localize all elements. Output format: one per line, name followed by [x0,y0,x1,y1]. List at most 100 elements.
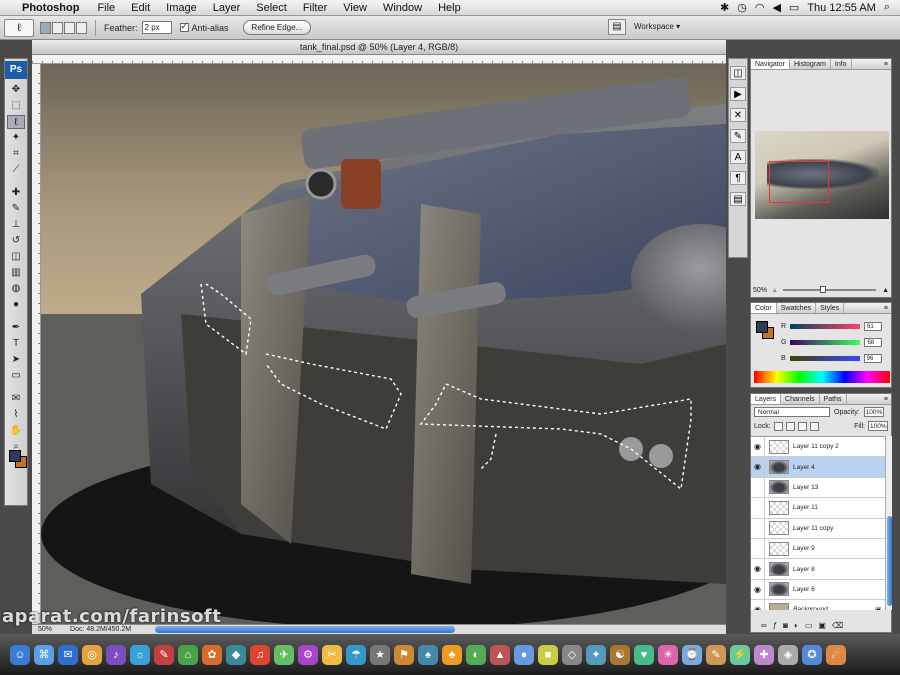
dock-app-icon[interactable]: ◎ [82,644,102,665]
add-mask-icon[interactable]: ◙ [783,621,788,630]
delete-layer-icon[interactable]: ⌫ [832,621,843,630]
dock-app-icon[interactable]: ✚ [754,644,774,665]
menubar-clock[interactable]: Thu 12:55 AM [807,2,876,14]
dock-app-icon[interactable]: ▲ [490,644,510,665]
blue-slider[interactable] [789,355,860,361]
opacity-input[interactable]: 100% [863,407,884,417]
visibility-eye-icon[interactable]: ◉ [751,457,765,477]
dock-app-icon[interactable]: ⚙ [298,644,318,665]
layer-style-icon[interactable]: ƒ [773,621,777,630]
notes-tool[interactable]: ✉ [7,392,25,406]
horizontal-scrollbar[interactable] [155,626,456,633]
blend-mode-select[interactable]: Normal [754,407,830,417]
dock-app-icon[interactable]: ☯ [610,644,630,665]
layer-row[interactable]: ◉ Background▣ [751,600,885,610]
dodge-tool[interactable]: ● [7,298,25,312]
dock-app-icon[interactable]: ⚡ [730,644,750,665]
visibility-eye-icon[interactable]: ◉ [751,600,765,610]
layer-row[interactable]: Layer 13 [751,477,885,499]
adjustment-layer-icon[interactable]: ◐ [794,621,799,630]
dock-app-icon[interactable]: ☼ [130,644,150,665]
magic-wand-tool[interactable]: ✦ [7,131,25,145]
new-group-icon[interactable]: ▭ [805,621,813,630]
dock-app-icon[interactable]: ✿ [202,644,222,665]
layer-name[interactable]: Layer 6 [793,586,885,593]
green-value-input[interactable]: 68 [864,337,883,347]
volume-icon[interactable]: ◀ [772,1,780,14]
layer-name[interactable]: Layer 13 [793,484,885,491]
layer-row[interactable]: ◉ Layer 8 [751,559,885,580]
dock-app-icon[interactable]: ⌚ [682,644,702,665]
move-tool[interactable]: ✥ [7,83,25,97]
new-layer-icon[interactable]: ▣ [818,621,826,630]
visibility-eye-icon[interactable]: ◉ [751,579,765,600]
layer-list-scrollbar[interactable] [885,436,892,610]
time-machine-icon[interactable]: ◷ [737,1,747,14]
zoom-slider[interactable] [782,286,877,293]
menu-view[interactable]: View [343,2,367,14]
clone-stamp-tool[interactable]: ⊥ [7,218,25,232]
dock-app-icon[interactable]: ♠ [418,644,438,665]
vertical-ruler[interactable] [32,64,41,624]
dock-app-icon[interactable]: ♫ [250,644,270,665]
visibility-eye-icon[interactable] [751,498,765,518]
bridge-icon[interactable]: ▤ [608,19,626,35]
zoom-in-icon[interactable]: ▲ [882,287,889,294]
menu-help[interactable]: Help [438,2,461,14]
healing-brush-tool[interactable]: ✚ [7,186,25,200]
visibility-eye-icon[interactable]: ◉ [751,437,765,457]
dock-app-icon[interactable]: ☄ [826,644,846,665]
layer-row[interactable]: Layer 9 [751,538,885,560]
red-value-input[interactable]: 61 [864,321,883,331]
fill-input[interactable]: 100% [868,421,888,431]
add-to-selection-button[interactable] [52,21,63,34]
tool-preset-picker[interactable]: ℓ [4,18,34,37]
dock-app-icon[interactable]: ☂ [346,644,366,665]
crop-tool[interactable]: ⌗ [7,147,25,161]
horizontal-ruler[interactable] [32,55,726,64]
link-layers-icon[interactable]: ∞ [761,621,767,630]
dock-app-icon[interactable]: ✈ [274,644,294,665]
type-tool[interactable]: T [7,337,25,351]
dock-app-icon[interactable]: ✂ [322,644,342,665]
image-canvas[interactable] [41,64,726,624]
foreground-color-swatch[interactable] [9,450,21,462]
layer-name[interactable]: Layer 8 [793,566,885,573]
layer-name[interactable]: Layer 11 copy 2 [793,443,885,450]
lock-pixels-button[interactable] [785,421,795,431]
layer-scroll-thumb[interactable] [887,516,892,606]
menu-edit[interactable]: Edit [131,2,150,14]
layer-name[interactable]: Layer 11 copy [793,525,885,532]
visibility-eye-icon[interactable] [751,477,765,498]
feather-input[interactable]: 2 px [141,21,172,34]
panel-menu-icon[interactable]: ≡ [884,394,891,404]
dock-app-icon[interactable]: ⌂ [178,644,198,665]
new-selection-button[interactable] [40,21,51,34]
brush-tool[interactable]: ✎ [7,202,25,216]
dock-app-icon[interactable]: ✎ [154,644,174,665]
battery-icon[interactable]: ▭ [789,1,799,14]
subtract-from-selection-button[interactable] [64,21,75,34]
navigator-zoom-value[interactable]: 50% [753,287,767,294]
gradient-tool[interactable]: ▥ [7,266,25,280]
dock-app-icon[interactable]: ⚑ [394,644,414,665]
layer-row[interactable]: ◉ Layer 6 [751,579,885,601]
layer-name[interactable]: Layer 4 [793,464,885,471]
workspace-menu[interactable]: Workspace ▾ [634,19,680,35]
dock-app-icon[interactable]: ★ [370,644,390,665]
visibility-eye-icon[interactable] [751,538,765,559]
tab-channels[interactable]: Channels [781,394,820,404]
shape-tool[interactable]: ▭ [7,369,25,383]
menu-window[interactable]: Window [383,2,422,14]
antialias-checkbox[interactable] [179,21,189,32]
visibility-eye-icon[interactable] [751,518,765,538]
lasso-tool[interactable]: ℓ [7,115,25,129]
panel-menu-icon[interactable]: ≡ [884,59,891,69]
menu-file[interactable]: File [97,2,115,14]
dock-app-icon[interactable]: ♣ [442,644,462,665]
tab-styles[interactable]: Styles [816,303,845,313]
pen-tool[interactable]: ✒ [7,321,25,335]
dock-app-icon[interactable]: ● [514,644,534,665]
layer-row[interactable]: Layer 11 [751,498,885,519]
dock-app-icon[interactable]: ◈ [778,644,798,665]
